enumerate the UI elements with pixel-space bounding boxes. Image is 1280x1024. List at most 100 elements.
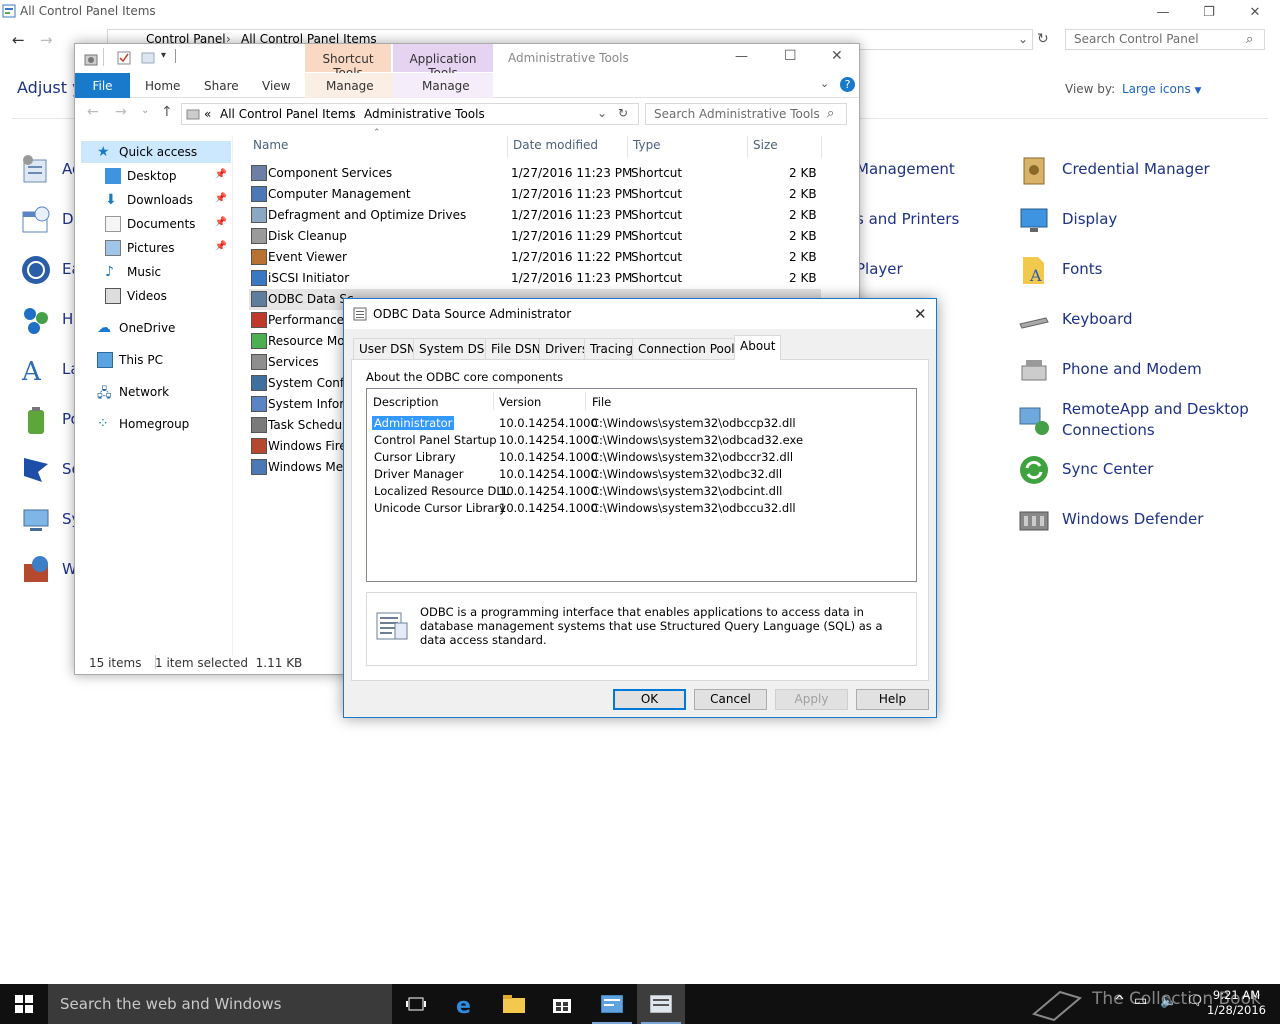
cp-item-phone-modem[interactable]: Phone and Modem: [1062, 360, 1202, 378]
col-separator[interactable]: [821, 136, 822, 158]
col-description[interactable]: Description: [373, 395, 439, 409]
path-refresh-icon[interactable]: ↻: [618, 106, 628, 120]
col-separator[interactable]: [493, 392, 494, 410]
qat-dropdown-icon[interactable]: ▾: [161, 50, 166, 61]
edge-button[interactable]: e: [442, 984, 490, 1024]
phone-modem-icon[interactable]: [1018, 354, 1050, 386]
col-file[interactable]: File: [592, 395, 611, 409]
nav-music[interactable]: ♪ Music: [105, 261, 231, 283]
windows-firewall-icon[interactable]: [20, 554, 52, 586]
nav-onedrive[interactable]: ☁ OneDrive: [97, 317, 253, 339]
component-description[interactable]: Driver Manager: [374, 467, 463, 481]
clock[interactable]: 9:21 AM 1/28/2016: [1207, 988, 1266, 1018]
new-folder-icon[interactable]: [141, 51, 155, 65]
ex-minimize-button[interactable]: —: [735, 49, 748, 64]
store-button[interactable]: [538, 984, 586, 1024]
windows-defender-icon[interactable]: [1018, 504, 1050, 536]
pin-icon[interactable]: 📌: [215, 241, 227, 252]
nav-downloads[interactable]: ⬇ Downloads 📌: [105, 189, 231, 211]
col-version[interactable]: Version: [499, 395, 541, 409]
nav-quick-access[interactable]: ★ Quick access: [81, 141, 231, 163]
share-tab[interactable]: Share: [204, 79, 239, 93]
network-tray-icon[interactable]: ▭: [1134, 993, 1147, 1009]
col-separator[interactable]: [627, 136, 628, 158]
ex-search-input[interactable]: Search Administrative Tools: [645, 103, 847, 125]
file-row[interactable]: Computer Management 1/27/2016 11:23 PM Sho…: [249, 184, 821, 205]
search-input[interactable]: Search Control Panel: [1065, 29, 1265, 50]
nav-pictures[interactable]: Pictures 📌: [105, 237, 231, 259]
file-tab[interactable]: File: [75, 73, 130, 98]
component-version[interactable]: 10.0.14254.1000: [499, 416, 598, 430]
home-tab[interactable]: Home: [145, 79, 180, 93]
back-arrow-icon[interactable]: ←: [12, 31, 25, 49]
credential-manager-icon[interactable]: [1018, 154, 1050, 186]
file-row[interactable]: iSCSI Initiator 1/27/2016 11:23 PM Shortcu…: [249, 268, 821, 289]
component-file[interactable]: C:\Windows\system32\odbc32.dll: [591, 467, 782, 481]
cp-item-player[interactable]: Player: [856, 260, 903, 278]
nav-videos[interactable]: Videos: [105, 285, 231, 307]
ex-maximize-button[interactable]: ☐: [784, 48, 797, 64]
col-separator[interactable]: [507, 136, 508, 158]
search-icon[interactable]: ⌕: [1246, 32, 1253, 47]
tab-user-dsn[interactable]: User DSN: [353, 338, 422, 359]
ex-search-icon[interactable]: ⌕: [827, 106, 834, 121]
component-version[interactable]: 10.0.14254.1000: [499, 501, 598, 515]
component-description[interactable]: Localized Resource DLL: [374, 484, 509, 498]
cp-item-credential-manager[interactable]: Credential Manager: [1062, 160, 1210, 178]
col-type[interactable]: Type: [633, 138, 661, 152]
notifications-icon[interactable]: 🗨: [1186, 993, 1204, 1009]
component-file[interactable]: C:\Windows\system32\odbcint.dll: [591, 484, 782, 498]
component-file[interactable]: C:\Windows\system32\odbcad32.exe: [591, 433, 803, 447]
keyboard-icon[interactable]: [1018, 304, 1050, 336]
start-button[interactable]: [0, 984, 48, 1024]
component-file[interactable]: C:\Windows\system32\odbccr32.dll: [591, 450, 793, 464]
ok-button[interactable]: OK: [613, 689, 686, 710]
date-time-icon[interactable]: [20, 204, 52, 236]
nav-this-pc[interactable]: This PC: [97, 349, 253, 371]
view-by-dropdown[interactable]: Large icons ▼: [1122, 82, 1201, 96]
chevron-down-icon[interactable]: ⌄: [1018, 32, 1028, 46]
cancel-button[interactable]: Cancel: [694, 689, 767, 710]
security-maintenance-icon[interactable]: [20, 454, 52, 486]
remoteapp-icon[interactable]: [1018, 404, 1050, 436]
cp-item-remoteapp-line2[interactable]: Connections: [1062, 421, 1155, 439]
component-description[interactable]: Cursor Library: [374, 450, 456, 464]
homegroup-icon[interactable]: [20, 304, 52, 336]
path-all-items[interactable]: All Control Panel Items: [220, 107, 356, 121]
manage-app-tab[interactable]: Manage: [422, 79, 470, 93]
restore-button[interactable]: ❐: [1186, 0, 1232, 24]
component-description[interactable]: Control Panel Startup: [374, 433, 497, 447]
col-date[interactable]: Date modified: [513, 138, 598, 152]
nav-network[interactable]: 🖧 Network: [97, 381, 253, 403]
help-button[interactable]: Help: [856, 689, 929, 710]
component-version[interactable]: 10.0.14254.1000: [499, 484, 598, 498]
col-separator[interactable]: [747, 136, 748, 158]
ex-back-icon[interactable]: ←: [87, 104, 99, 120]
pin-icon[interactable]: 📌: [215, 169, 227, 180]
control-panel-taskbar-button[interactable]: [588, 984, 636, 1024]
components-list[interactable]: Description Version File Administrator 10…: [366, 388, 917, 582]
tab-about[interactable]: About: [734, 335, 782, 360]
help-icon[interactable]: ?: [840, 77, 855, 92]
cp-item-fonts[interactable]: Fonts: [1062, 260, 1102, 278]
file-row[interactable]: Event Viewer 1/27/2016 11:22 PM Shortcut 2 …: [249, 247, 821, 268]
tray-chevron-icon[interactable]: ^: [1114, 994, 1125, 1009]
file-row[interactable]: Disk Cleanup 1/27/2016 11:29 PM Shortcut 2 …: [249, 226, 821, 247]
taskbar-search[interactable]: Search the web and Windows: [48, 984, 392, 1024]
pin-icon[interactable]: 📌: [215, 193, 227, 204]
ex-recent-icon[interactable]: ⌄: [141, 105, 149, 116]
odbc-taskbar-button[interactable]: [637, 984, 685, 1024]
tab-file-dsn[interactable]: File DSN: [485, 338, 547, 359]
cp-item-remoteapp[interactable]: RemoteApp and Desktop: [1062, 400, 1249, 418]
cp-item-devices-printers[interactable]: s and Printers: [856, 210, 959, 228]
power-options-icon[interactable]: [20, 404, 52, 436]
component-description[interactable]: Unicode Cursor Library: [374, 501, 506, 515]
cp-item-keyboard[interactable]: Keyboard: [1062, 310, 1133, 328]
nav-homegroup[interactable]: ⁘ Homegroup: [97, 413, 253, 435]
component-version[interactable]: 10.0.14254.1000: [499, 467, 598, 481]
cp-item-display[interactable]: Display: [1062, 210, 1117, 228]
file-row[interactable]: Component Services 1/27/2016 11:23 PM Shor…: [249, 163, 821, 184]
system-icon[interactable]: [20, 504, 52, 536]
ex-address-bar[interactable]: « All Control Panel Items › Administrati…: [181, 103, 639, 125]
properties-icon[interactable]: [117, 51, 131, 65]
